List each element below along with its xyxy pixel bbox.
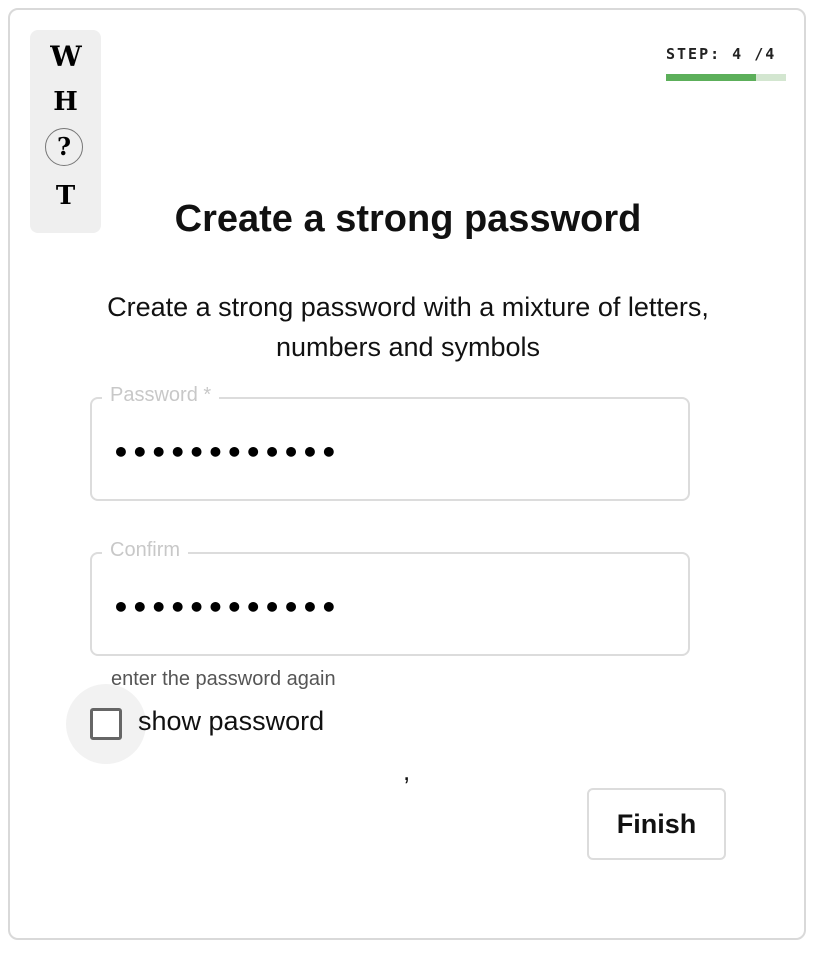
step-progress-fill <box>666 74 756 81</box>
page-subtitle: Create a strong password with a mixture … <box>107 292 709 362</box>
step-progress-bar <box>666 74 786 81</box>
step-indicator: STEP: 4 /4 <box>666 45 777 63</box>
page-title: Create a strong password <box>174 198 642 240</box>
password-input[interactable] <box>110 435 674 470</box>
confirm-input[interactable] <box>110 590 674 625</box>
finish-button[interactable]: Finish <box>587 788 726 860</box>
confirm-label: Confirm <box>102 539 189 562</box>
logo-letter-w: W <box>50 40 81 73</box>
logo-letter-h: H <box>53 87 78 117</box>
show-password-label[interactable]: show password <box>138 706 324 737</box>
password-field[interactable]: Password * <box>90 384 690 501</box>
logo-question-icon: ? <box>45 128 83 166</box>
password-label: Password * <box>102 384 220 407</box>
confirm-helper-text: enter the password again <box>111 668 336 690</box>
confirm-field[interactable]: Confirm <box>90 539 690 656</box>
stray-text: , <box>403 756 411 786</box>
show-password-checkbox[interactable] <box>90 708 122 740</box>
